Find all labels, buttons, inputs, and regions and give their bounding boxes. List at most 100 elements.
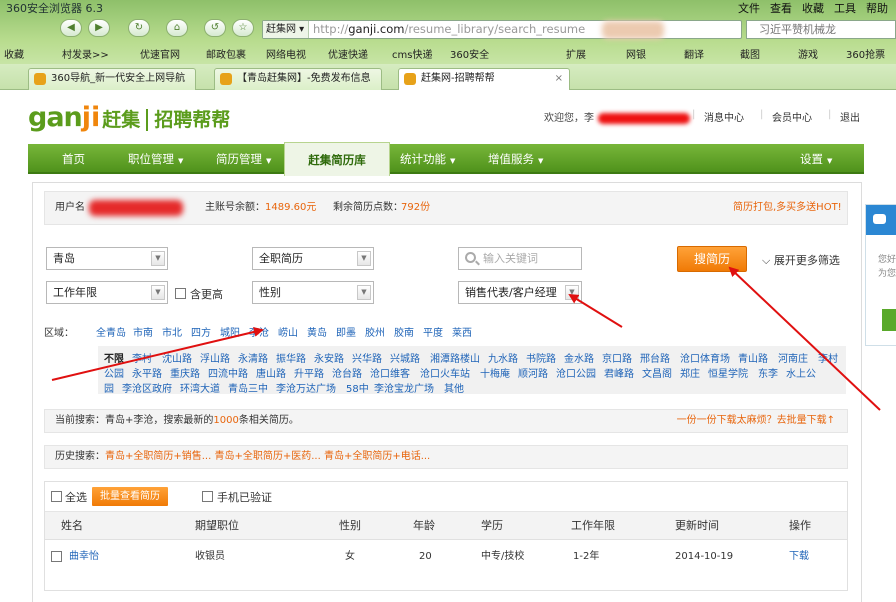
favorites-item[interactable]: 收藏: [4, 46, 24, 61]
street-item[interactable]: 湘潭路楼山: [430, 350, 480, 365]
street-item[interactable]: 李村: [818, 350, 838, 365]
menu-file[interactable]: 文件: [738, 0, 760, 16]
resume-type-select[interactable]: 全职简历 ▼: [252, 247, 374, 270]
refresh-icon[interactable]: ↻: [128, 19, 150, 37]
tab-ganji-zhaopin[interactable]: 赶集网-招聘帮帮 ×: [398, 68, 570, 90]
region-item[interactable]: 胶州: [365, 324, 385, 339]
street-item[interactable]: 58中: [346, 380, 369, 395]
street-item[interactable]: 环湾大道: [180, 380, 220, 395]
favorites-item[interactable]: 游戏: [798, 46, 818, 61]
site-button[interactable]: 赶集网 ▾: [263, 21, 309, 38]
street-item[interactable]: 沧口体育场: [680, 350, 730, 365]
nav-job-management[interactable]: 职位管理 ▼: [128, 144, 183, 174]
more-filters-toggle[interactable]: ⌵ 展开更多筛选: [762, 252, 840, 268]
street-item[interactable]: 浮山路: [200, 350, 230, 365]
street-item[interactable]: 金水路: [564, 350, 594, 365]
region-item[interactable]: 黄岛: [307, 324, 327, 339]
search-resume-button[interactable]: 搜简历: [677, 246, 747, 272]
nav-statistics[interactable]: 统计功能 ▼: [400, 144, 455, 174]
region-item[interactable]: 市北: [162, 324, 182, 339]
street-item[interactable]: 河南庄: [778, 350, 808, 365]
menu-view[interactable]: 查看: [770, 0, 792, 16]
street-item[interactable]: 君峰路: [604, 365, 634, 380]
side-chat-widget[interactable]: 您好 为您: [865, 204, 896, 346]
nav-settings[interactable]: 设置 ▼: [800, 144, 832, 174]
street-item[interactable]: 李沧区政府: [122, 380, 172, 395]
work-years-select[interactable]: 工作年限 ▼: [46, 281, 168, 304]
nav-home[interactable]: 首页: [62, 144, 85, 174]
street-item[interactable]: 公园: [104, 365, 124, 380]
region-item-selected[interactable]: 李沧: [249, 324, 269, 339]
tab-qingdao-ganji[interactable]: 【青岛赶集网】-免费发布信息: [214, 68, 382, 90]
region-item[interactable]: 莱西: [452, 324, 472, 339]
favorites-item[interactable]: 扩展: [566, 46, 586, 61]
row-download-link[interactable]: 下载: [789, 540, 809, 574]
street-item[interactable]: 沈山路: [162, 350, 192, 365]
tab-close-icon[interactable]: ×: [555, 69, 563, 89]
region-item[interactable]: 即墨: [336, 324, 356, 339]
tab-360-nav[interactable]: 360导航_新一代安全上网导航: [28, 68, 196, 90]
street-item[interactable]: 永安路: [314, 350, 344, 365]
street-item[interactable]: 重庆路: [170, 365, 200, 380]
region-item[interactable]: 城阳: [220, 324, 240, 339]
street-item[interactable]: 郑庄: [680, 365, 700, 380]
address-bar[interactable]: 赶集网 ▾ http://ganji.com/resume_library/se…: [262, 20, 742, 39]
region-item[interactable]: 平度: [423, 324, 443, 339]
street-item[interactable]: 东李: [758, 365, 778, 380]
favorites-item[interactable]: 翻译: [684, 46, 704, 61]
browser-search-input[interactable]: 习近平赞机械龙: [746, 20, 896, 39]
gender-select[interactable]: 性别 ▼: [252, 281, 374, 304]
message-center-link[interactable]: 消息中心: [704, 109, 744, 124]
select-all-checkbox[interactable]: [51, 491, 62, 502]
street-item-all[interactable]: 不限: [104, 350, 124, 365]
favorites-item[interactable]: 优速官网: [140, 46, 180, 61]
street-item[interactable]: 九水路: [488, 350, 518, 365]
region-item[interactable]: 市南: [133, 324, 153, 339]
back-icon[interactable]: ◀: [60, 19, 82, 37]
phone-verified-checkbox[interactable]: [202, 491, 213, 502]
street-item[interactable]: 青山路: [738, 350, 768, 365]
street-item[interactable]: 沧台路: [332, 365, 362, 380]
city-select[interactable]: 青岛 ▼: [46, 247, 168, 270]
street-item[interactable]: 京口路: [602, 350, 632, 365]
street-item[interactable]: 恒星学院: [708, 365, 748, 380]
star-icon[interactable]: ☆: [232, 19, 254, 37]
favorites-item[interactable]: 邮政包裹: [206, 46, 246, 61]
row-name-link[interactable]: 曲幸怡: [69, 540, 99, 574]
row-checkbox[interactable]: [51, 551, 62, 562]
keyword-input[interactable]: 输入关键词: [458, 247, 582, 270]
street-item[interactable]: 园: [104, 380, 114, 395]
street-item[interactable]: 永平路: [132, 365, 162, 380]
promo-link[interactable]: 简历打包,多买多送HOT!: [733, 192, 842, 224]
home-icon[interactable]: ⌂: [166, 19, 188, 37]
street-item[interactable]: 邢台路: [640, 350, 670, 365]
street-item[interactable]: 李沧万达广场: [276, 380, 336, 395]
nav-value-added[interactable]: 增值服务 ▼: [488, 144, 543, 174]
batch-view-button[interactable]: 批量查看简历: [92, 487, 168, 506]
street-item[interactable]: 沧口维客: [370, 365, 410, 380]
street-item[interactable]: 升平路: [294, 365, 324, 380]
region-item[interactable]: 四方: [191, 324, 211, 339]
ganji-logo[interactable]: ganji 赶集 招聘帮帮: [28, 102, 231, 133]
street-item[interactable]: 水上公: [786, 365, 816, 380]
favorites-item[interactable]: 360抢票: [846, 46, 885, 61]
street-item[interactable]: 书院路: [526, 350, 556, 365]
favorites-item[interactable]: 网络电视: [266, 46, 306, 61]
street-item[interactable]: 沧口火车站: [420, 365, 470, 380]
favorites-item[interactable]: 优速快递: [328, 46, 368, 61]
street-item[interactable]: 沧口公园: [556, 365, 596, 380]
region-item[interactable]: 崂山: [278, 324, 298, 339]
region-item[interactable]: 全青岛: [96, 324, 126, 339]
favorites-item[interactable]: 网银: [626, 46, 646, 61]
forward-icon[interactable]: ▶: [88, 19, 110, 37]
chat-button[interactable]: [882, 309, 896, 331]
street-item[interactable]: 李沧宝龙广场: [374, 380, 434, 395]
street-item[interactable]: 十梅庵: [480, 365, 510, 380]
favorites-item[interactable]: cms快递: [392, 46, 432, 61]
favorites-item[interactable]: 截图: [740, 46, 760, 61]
menu-favorites[interactable]: 收藏: [802, 0, 824, 16]
street-item[interactable]: 文昌阁: [642, 365, 672, 380]
street-item[interactable]: 振华路: [276, 350, 306, 365]
chat-header[interactable]: [866, 205, 896, 235]
street-item[interactable]: 兴城路: [390, 350, 420, 365]
